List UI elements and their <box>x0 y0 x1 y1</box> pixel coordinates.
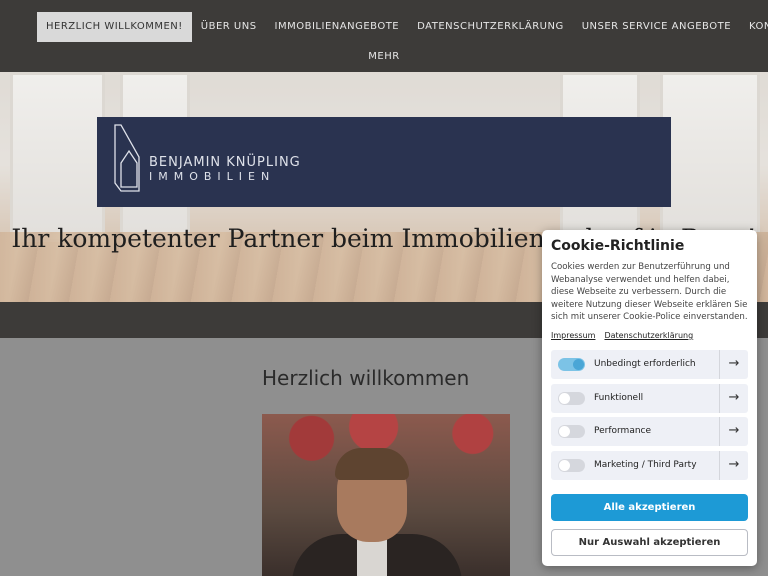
nav-item-mehr[interactable]: MEHR <box>0 45 768 69</box>
cookie-description: Cookies werden zur Benutzerführung und W… <box>551 262 748 323</box>
company-logo[interactable]: BENJAMIN KNÜPLING IMMOBILIEN <box>97 117 671 207</box>
logo-subtitle: IMMOBILIEN <box>149 170 276 183</box>
arrow-right-icon[interactable]: → <box>719 350 748 379</box>
datenschutz-link[interactable]: Datenschutzerklärung <box>604 331 693 340</box>
category-label: Funktionell <box>594 393 644 403</box>
toggle-performance[interactable] <box>558 425 585 438</box>
category-label: Marketing / Third Party <box>594 460 697 470</box>
nav-item-ueber-uns[interactable]: ÜBER UNS <box>192 12 266 42</box>
accept-all-button[interactable]: Alle akzeptieren <box>551 494 748 521</box>
toggle-marketing[interactable] <box>558 459 585 472</box>
arrow-right-icon[interactable]: → <box>719 451 748 480</box>
toggle-required[interactable] <box>558 358 585 371</box>
category-label: Unbedingt erforderlich <box>594 359 696 369</box>
accept-selection-button[interactable]: Nur Auswahl akzeptieren <box>551 529 748 556</box>
impressum-link[interactable]: Impressum <box>551 331 595 340</box>
nav-item-datenschutzerklaerung[interactable]: DATENSCHUTZERKLÄRUNG <box>408 12 573 42</box>
nav-item-service-angebote[interactable]: UNSER SERVICE ANGEBOTE <box>573 12 740 42</box>
cookie-title: Cookie-Richtlinie <box>551 238 685 254</box>
cookie-category-required[interactable]: Unbedingt erforderlich → <box>551 350 748 379</box>
cookie-category-performance[interactable]: Performance → <box>551 417 748 446</box>
arrow-right-icon[interactable]: → <box>719 417 748 446</box>
house-logo-icon <box>114 124 140 192</box>
cookie-category-functional[interactable]: Funktionell → <box>551 384 748 413</box>
nav-menu: HERZLICH WILLKOMMEN! ÜBER UNS IMMOBILIEN… <box>37 12 768 42</box>
logo-name: BENJAMIN KNÜPLING <box>149 155 301 170</box>
nav-item-kontakt[interactable]: KONTAKT <box>740 12 768 42</box>
cookie-category-marketing[interactable]: Marketing / Third Party → <box>551 451 748 480</box>
arrow-right-icon[interactable]: → <box>719 384 748 413</box>
nav-item-immobilienangebote[interactable]: IMMOBILIENANGEBOTE <box>266 12 409 42</box>
portrait-photo <box>262 414 510 576</box>
top-navigation: HERZLICH WILLKOMMEN! ÜBER UNS IMMOBILIEN… <box>0 0 768 72</box>
cookie-dialog: Cookie-Richtlinie Cookies werden zur Ben… <box>542 230 757 566</box>
photo-hair <box>335 448 409 480</box>
nav-item-herzlich-willkommen[interactable]: HERZLICH WILLKOMMEN! <box>37 12 192 42</box>
toggle-functional[interactable] <box>558 392 585 405</box>
page-title: Herzlich willkommen <box>262 366 470 390</box>
category-label: Performance <box>594 426 652 436</box>
cookie-links: Impressum Datenschutzerklärung <box>551 331 693 340</box>
